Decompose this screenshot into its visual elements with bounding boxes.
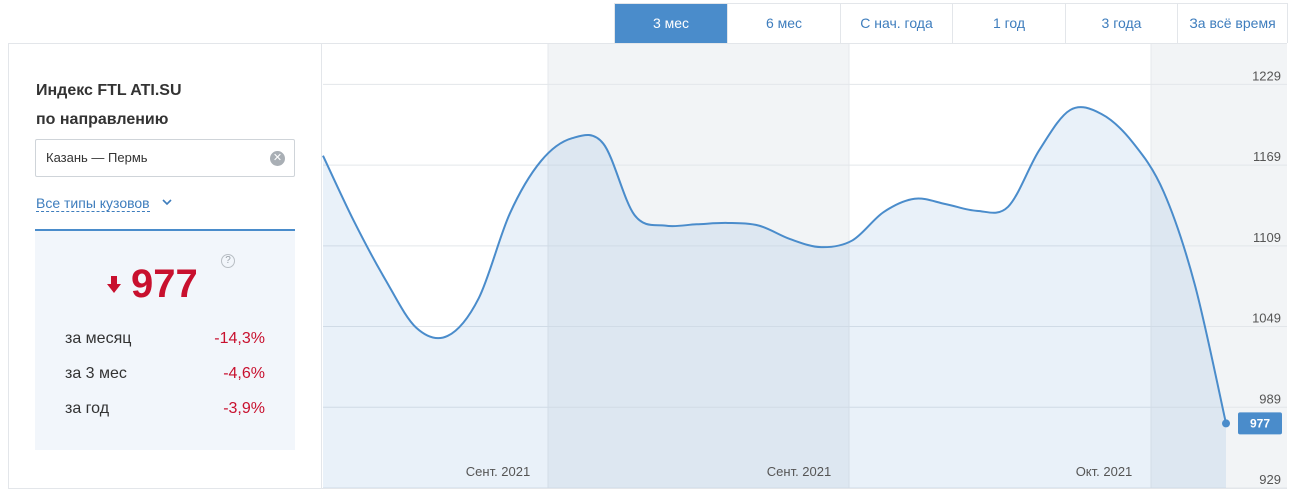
y-tick-label: 989 xyxy=(1259,391,1281,406)
stat-row-year: за год -3,9% xyxy=(65,400,265,420)
last-point-marker xyxy=(1222,419,1230,428)
y-tick-label: 1229 xyxy=(1252,68,1281,83)
route-field[interactable]: Казань — Пермь ✕ xyxy=(35,139,295,177)
stat-row-3-months: за 3 мес -4,6% xyxy=(65,365,265,385)
y-tick-label: 1049 xyxy=(1252,311,1281,326)
panel-title-line1: Индекс FTL ATI.SU xyxy=(36,82,182,99)
y-tick-label: 1109 xyxy=(1253,230,1281,245)
index-stats-box: 977 ? за месяц -14,3% за 3 мес -4,6% за … xyxy=(35,229,295,450)
x-month-label: Сент. 2021 xyxy=(466,464,530,479)
stat-value: -3,9% xyxy=(223,400,265,417)
y-tick-label: 929 xyxy=(1259,472,1281,487)
x-month-label: Окт. 2021 xyxy=(1076,464,1133,479)
index-info-panel: Индекс FTL ATI.SU по направлению Казань … xyxy=(8,43,322,489)
current-index-value: 977 xyxy=(131,262,198,306)
chevron-down-icon[interactable] xyxy=(162,197,172,207)
stat-label: за год xyxy=(65,400,110,417)
panel-title-line2: по направлению xyxy=(36,111,169,128)
stat-row-month: за месяц -14,3% xyxy=(65,330,265,350)
y-tick-label: 1169 xyxy=(1253,149,1281,164)
stat-label: за 3 мес xyxy=(65,365,127,382)
help-icon[interactable]: ? xyxy=(221,254,235,268)
arrow-down-icon xyxy=(107,276,121,293)
stat-label: за месяц xyxy=(65,330,132,347)
clear-icon[interactable]: ✕ xyxy=(270,151,285,166)
stat-value: -14,3% xyxy=(214,330,265,347)
route-value[interactable]: Казань — Пермь xyxy=(46,150,148,165)
panel-title: Индекс FTL ATI.SU по направлению xyxy=(36,76,182,134)
body-types-dropdown[interactable]: Все типы кузовов xyxy=(36,195,150,212)
stat-value: -4,6% xyxy=(223,365,265,382)
x-month-label: Сент. 2021 xyxy=(767,464,831,479)
last-value-label: 977 xyxy=(1250,416,1270,430)
